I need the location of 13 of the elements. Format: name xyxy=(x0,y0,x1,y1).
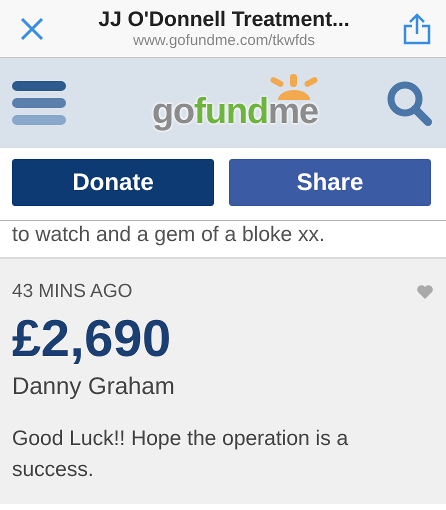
page-title: JJ O'Donnell Treatment... xyxy=(98,8,350,32)
comment-text: to watch and a gem of a bloke xx. xyxy=(12,223,325,246)
donation-time: 43 MINS AGO xyxy=(12,281,132,303)
share-icon[interactable] xyxy=(402,12,432,44)
donate-button[interactable]: Donate xyxy=(12,159,214,206)
heart-icon[interactable] xyxy=(416,284,434,300)
share-button[interactable]: Share xyxy=(229,159,431,206)
search-icon[interactable] xyxy=(386,80,432,126)
donation-amount: £2,690 xyxy=(12,309,172,369)
menu-icon[interactable] xyxy=(12,79,66,127)
donor-name: Danny Graham xyxy=(12,373,176,401)
page-url: www.gofundme.com/tkwfds xyxy=(133,32,315,49)
donation-message: Good Luck!! Hope the operation is a success. xyxy=(12,426,350,483)
